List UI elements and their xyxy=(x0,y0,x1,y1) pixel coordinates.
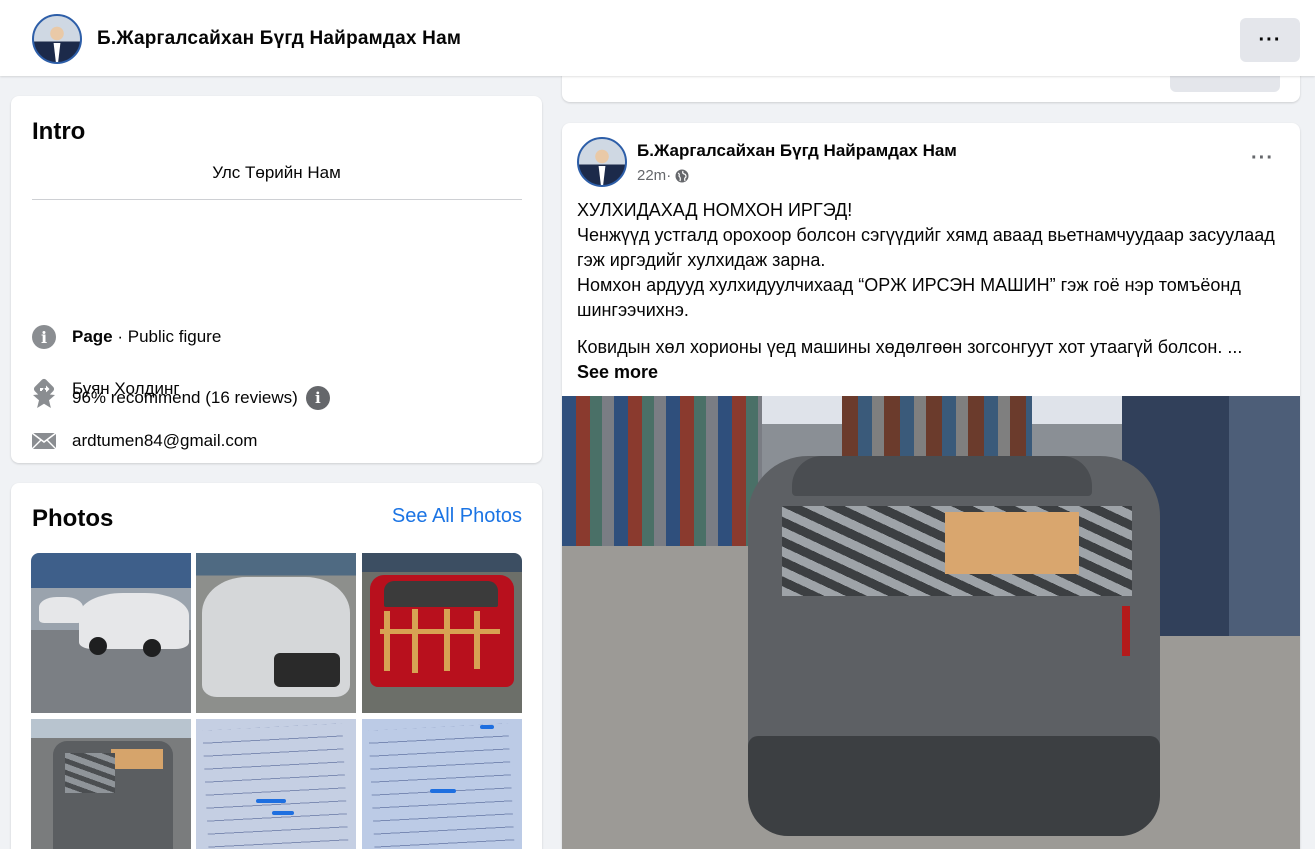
info-icon: i xyxy=(31,324,57,350)
see-more-link[interactable]: See more xyxy=(577,360,1282,385)
email-link[interactable]: ardtumen84@gmail.com xyxy=(72,431,257,451)
post-more-options-button[interactable]: ··· xyxy=(1251,147,1274,170)
post-time[interactable]: 22m xyxy=(637,167,666,184)
recommend-text: 96% recommend (16 reviews) xyxy=(72,388,298,407)
post-body: ХУЛХИДАХАД НОМХОН ИРГЭД! Ченжүүд устгалд… xyxy=(577,198,1282,385)
info-icon[interactable]: i xyxy=(305,386,330,410)
envelope-icon xyxy=(31,428,57,454)
intro-title: Intro xyxy=(32,118,86,145)
category-bold: Page xyxy=(72,327,113,346)
post-text-line: ХУЛХИДАХАД НОМХОН ИРГЭД! xyxy=(577,200,853,220)
see-all-photos-link[interactable]: See All Photos xyxy=(392,505,522,528)
post-author-avatar[interactable] xyxy=(577,137,627,187)
photos-card: Photos See All Photos xyxy=(11,483,542,849)
intro-divider xyxy=(32,199,522,200)
star-icon xyxy=(31,385,57,411)
photo-thumbnail[interactable] xyxy=(362,553,522,713)
photo-thumbnail[interactable] xyxy=(31,553,191,713)
page-avatar[interactable] xyxy=(32,14,82,64)
post-meta: 22m · xyxy=(637,167,689,184)
recommend-row: 96% recommend (16 reviews) i xyxy=(31,383,330,413)
intro-bio: Улс Төрийн Нам xyxy=(212,163,341,182)
photo-thumbnail[interactable] xyxy=(362,719,522,849)
post-text-line: Ченжүүд устгалд орохоор болсон сэгүүдийг… xyxy=(577,225,1275,270)
page-title[interactable]: Б.Жаргалсайхан Бүгд Найрамдах Нам xyxy=(97,28,461,50)
meta-separator: · xyxy=(666,167,672,184)
globe-icon xyxy=(675,169,689,182)
post-author-name[interactable]: Б.Жаргалсайхан Бүгд Найрамдах Нам xyxy=(637,141,957,161)
photo-thumbnail[interactable] xyxy=(196,719,356,849)
page-header: Б.Жаргалсайхан Бүгд Найрамдах Нам ··· xyxy=(0,0,1315,76)
more-options-button[interactable]: ··· xyxy=(1240,18,1300,62)
post-text-line: Ковидын хөл хорионы үед машины хөдөлгөөн… xyxy=(577,337,1243,357)
post-text-line: Номхон ардууд хулхидуулчихаад “ОРЖ ИРСЭН… xyxy=(577,275,1241,320)
intro-email-row: ardtumen84@gmail.com xyxy=(31,426,257,456)
photos-title: Photos xyxy=(32,505,114,532)
category-text: · Public figure xyxy=(112,327,222,346)
intro-category-row: i Page · Public figure xyxy=(31,322,221,352)
post-card: Б.Жаргалсайхан Бүгд Найрамдах Нам 22m · … xyxy=(562,123,1300,849)
post-image[interactable] xyxy=(562,396,1300,849)
photo-thumbnail[interactable] xyxy=(31,719,191,849)
photo-thumbnail[interactable] xyxy=(196,553,356,713)
